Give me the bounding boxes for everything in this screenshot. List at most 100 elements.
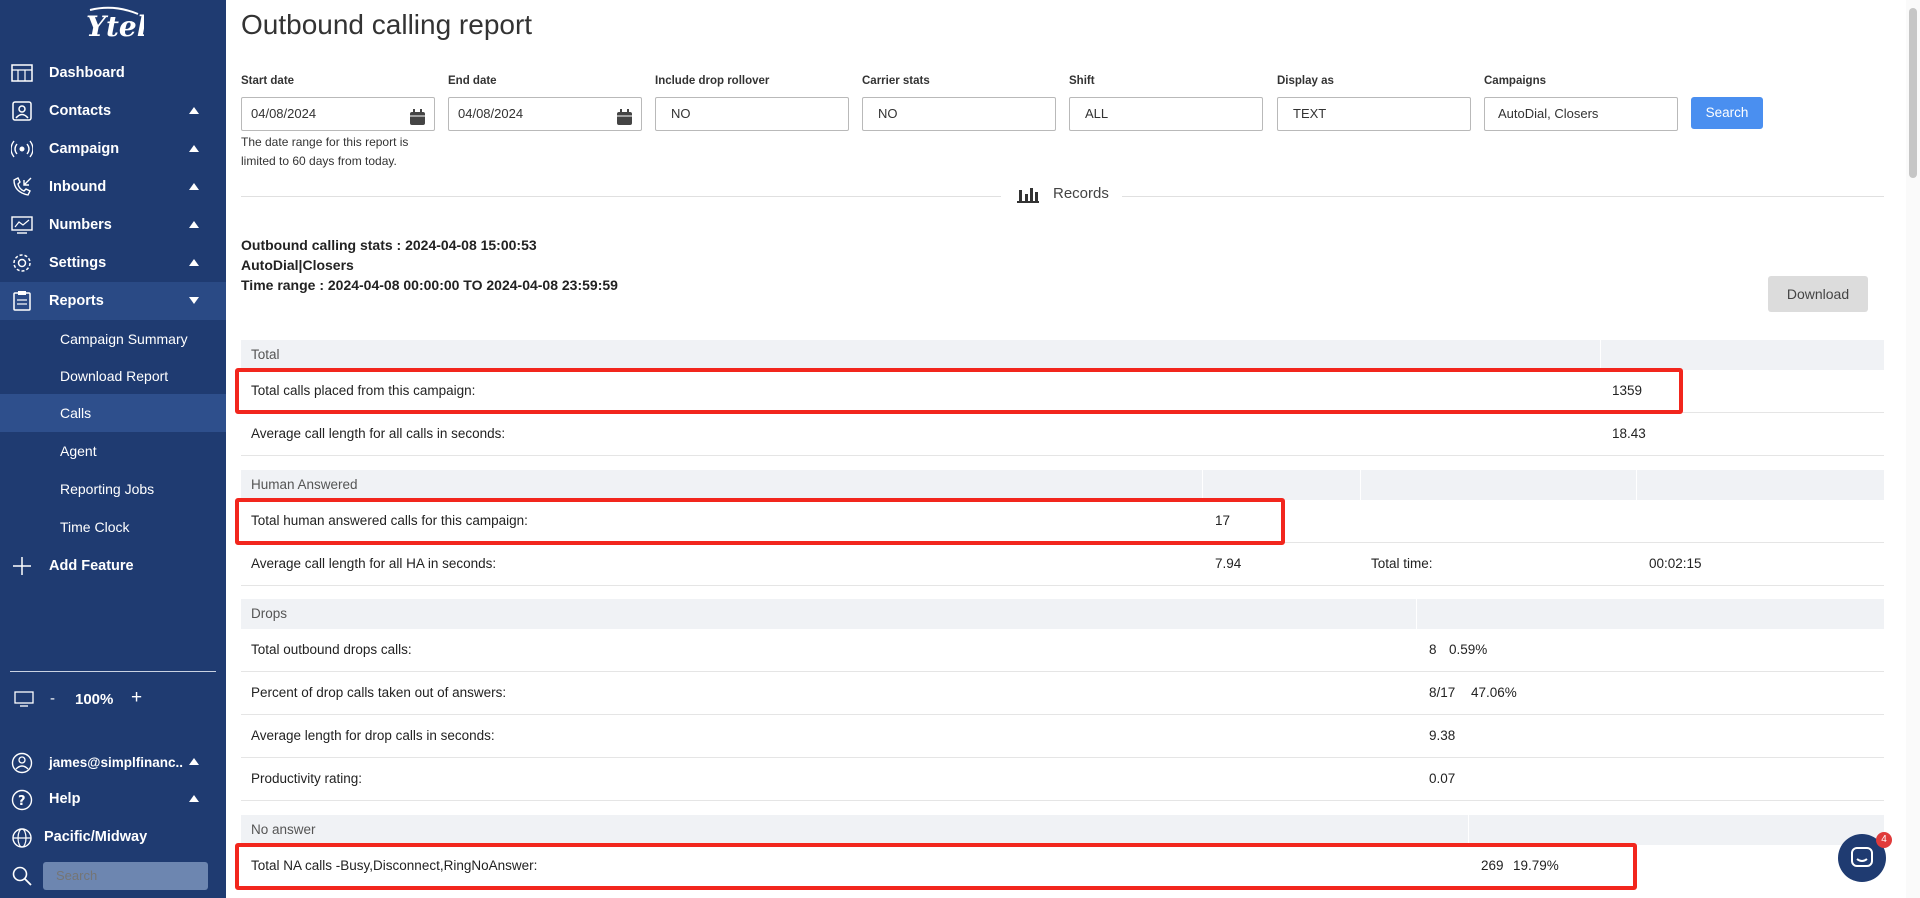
row-label: Productivity rating: [251,771,363,786]
campaigns-select[interactable]: AutoDial, Closers [1484,97,1678,131]
column-separator [1416,599,1417,629]
sidebar-subitem-campaign-summary[interactable]: Campaign Summary [0,320,226,358]
sidebar-subitem-label: Agent [60,443,97,459]
sidebar-subitem-time-clock[interactable]: Time Clock [0,508,226,546]
ytel-logo[interactable]: Ytel [84,6,147,46]
chevron-down-icon [189,297,199,304]
drop-rollover-select[interactable]: NO [655,97,849,131]
display-as-select[interactable]: TEXT [1277,97,1471,131]
zoom-out-button[interactable]: - [50,690,55,707]
sidebar-item-timezone[interactable]: Pacific/Midway [0,818,226,856]
column-separator [1600,340,1601,370]
chevron-up-icon [189,221,199,228]
carrier-stats-label: Carrier stats [862,75,930,87]
table-row: Average call length for all HA in second… [241,543,1884,586]
sidebar-subitem-label: Reporting Jobs [60,481,155,497]
stats-timestamp: Outbound calling stats : 2024-04-08 15:0… [241,237,537,253]
drop-rollover-label: Include drop rollover [655,75,770,87]
stats-campaigns: AutoDial|Closers [241,257,354,273]
section-title: Total [251,347,280,362]
date-range-hint: The date range for this report is limite… [241,133,441,171]
campaigns-label: Campaigns [1484,75,1546,87]
shift-label: Shift [1069,75,1095,87]
sidebar-item-help[interactable]: ? Help [0,780,226,818]
row-value: 8 [1429,642,1437,657]
records-divider [1122,196,1884,197]
table-row: Productivity rating: 0.07 [241,758,1884,801]
row-value: 8/17 [1429,685,1456,700]
main-content: Outbound calling report Start date 04/08… [226,0,1920,898]
sidebar-item-label: Inbound [49,179,107,195]
chat-icon [1851,847,1873,872]
calendar-icon[interactable] [409,106,426,125]
contacts-icon [11,101,33,121]
sidebar-subitem-label: Download Report [60,368,169,384]
end-date-label: End date [448,75,497,87]
end-date-field[interactable]: 04/08/2024 [448,97,642,131]
row-label: Average length for drop calls in seconds… [251,728,495,743]
sidebar-item-label: Contacts [49,103,112,119]
chevron-up-icon [189,795,199,802]
calendar-icon[interactable] [616,106,633,125]
highlight-box [235,368,1683,414]
add-feature-button[interactable]: Add Feature [0,547,226,585]
sidebar-item-reports[interactable]: Reports [0,282,226,320]
column-separator [1360,470,1361,500]
user-email: james@simplfinanc.. [49,754,183,770]
monitor-icon [14,691,34,711]
section-title: Drops [251,606,288,621]
chevron-up-icon [189,758,199,765]
plus-icon [11,556,33,576]
section-header-total: Total [241,340,1884,370]
shift-select[interactable]: ALL [1069,97,1263,131]
chevron-up-icon [189,259,199,266]
svg-text:Ytel: Ytel [86,10,144,43]
start-date-label: Start date [241,75,295,87]
section-title: Human Answered [251,477,358,492]
sidebar-item-inbound[interactable]: Inbound [0,168,226,206]
sidebar-item-label: Reports [49,293,104,309]
sidebar-search-input[interactable] [43,862,208,890]
numbers-icon [11,215,33,235]
phone-incoming-icon [11,177,33,197]
sidebar-item-user[interactable]: james@simplfinanc.. [0,743,226,781]
date-range-hint-line: limited to 60 days from today. [241,154,397,168]
zoom-in-button[interactable]: + [131,687,142,709]
svg-text:?: ? [18,794,26,809]
search-button[interactable]: Search [1691,97,1763,129]
download-button[interactable]: Download [1768,276,1868,312]
date-range-hint-line: The date range for this report is [241,135,409,149]
sidebar-subitem-agent[interactable]: Agent [0,432,226,470]
sidebar-item-dashboard[interactable]: Dashboard [0,54,226,92]
sidebar-item-contacts[interactable]: Contacts [0,92,226,130]
zoom-level: 100% [75,691,114,708]
row-value: 0.07 [1429,771,1456,786]
table-row: Average length for drop calls in seconds… [241,715,1884,758]
sidebar-subitem-label: Campaign Summary [60,331,188,347]
bar-chart-icon [1016,185,1040,207]
display-as-label: Display as [1277,75,1334,87]
table-row: Total outbound drops calls: 8 0.59% [241,629,1884,672]
zoom-control: - 100% + [0,687,226,712]
carrier-stats-select[interactable]: NO [862,97,1056,131]
sidebar-item-campaign[interactable]: Campaign [0,130,226,168]
sidebar-item-label: Campaign [49,141,120,157]
row-value: 18.43 [1612,426,1646,441]
help-label: Help [49,791,81,807]
broadcast-icon [10,139,34,159]
column-separator [1468,815,1469,845]
table-row: Average call length for all calls in sec… [241,413,1884,456]
row-percent: 47.06% [1471,685,1517,700]
sidebar-subitem-download-report[interactable]: Download Report [0,357,226,395]
sidebar-item-numbers[interactable]: Numbers [0,206,226,244]
gear-icon [11,253,33,273]
sidebar: Ytel Dashboard Contacts Campaign Inbound… [0,0,226,898]
section-header-drops: Drops [241,599,1884,629]
search-icon [11,865,33,890]
scrollbar-thumb[interactable] [1909,8,1917,178]
start-date-field[interactable]: 04/08/2024 [241,97,435,131]
sidebar-item-settings[interactable]: Settings [0,244,226,282]
sidebar-subitem-reporting-jobs[interactable]: Reporting Jobs [0,470,226,508]
sidebar-subitem-calls[interactable]: Calls [0,394,226,432]
row-value: 00:02:15 [1649,556,1702,571]
